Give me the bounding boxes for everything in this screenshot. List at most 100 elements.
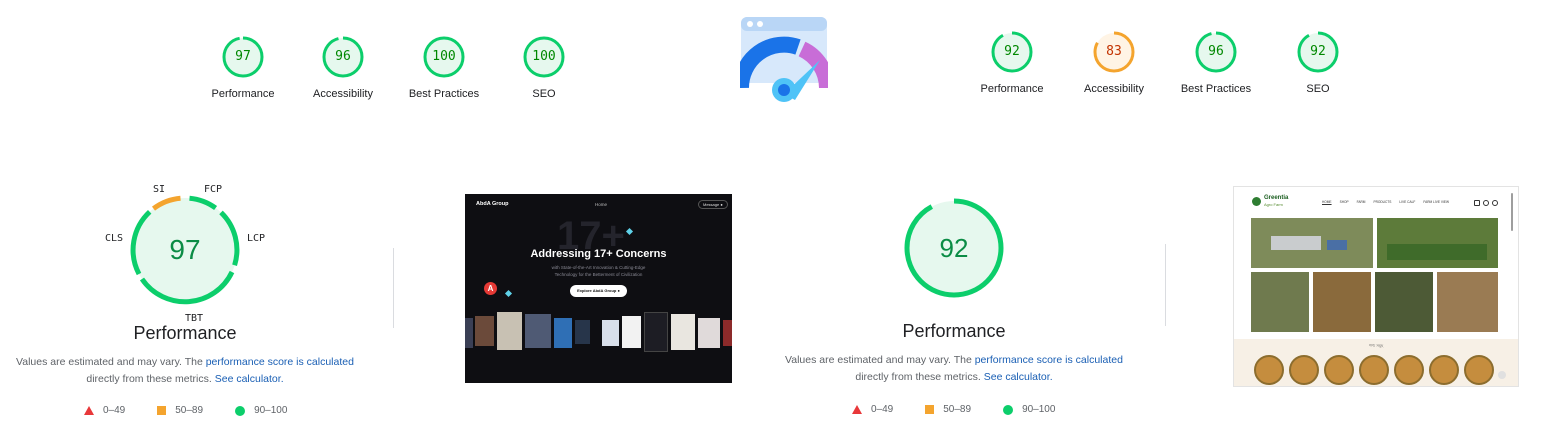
score-value: 100 [532, 49, 556, 64]
thumb [602, 320, 619, 346]
score-gauge-accessibility[interactable]: 96 [321, 35, 365, 79]
score-gauge-seo[interactable]: 92 [1296, 30, 1340, 74]
farm-photo [1251, 272, 1309, 332]
search-icon [1492, 200, 1498, 206]
see-calculator-link[interactable]: See calculator. [984, 371, 1053, 383]
score-gauge-best-practices[interactable]: 96 [1194, 30, 1238, 74]
score-gauge-performance[interactable]: 97 [221, 35, 265, 79]
legend-label: 90–100 [1022, 404, 1056, 415]
thumb [723, 320, 732, 346]
score-gauge-seo[interactable]: 100 [522, 35, 566, 79]
nav-item: FARM [1356, 200, 1366, 204]
description-text: Values are estimated and may vary. The [16, 356, 206, 368]
thumb [554, 318, 572, 348]
score-value: 96 [335, 49, 351, 64]
leaf-logo-icon [1252, 197, 1261, 206]
final-screenshot-abda[interactable]: AbdA Group Home Message ● 17+ Addressing… [465, 194, 732, 383]
circle-icon [235, 405, 246, 416]
site-subtitle: Technology for the Betterment of Civiliz… [554, 272, 643, 277]
product-image [1254, 355, 1284, 385]
thumb [497, 312, 522, 350]
farm-photo [1251, 218, 1373, 268]
site-brand: Greentia [1264, 195, 1289, 201]
divider [393, 248, 394, 328]
score-value: 92 [1310, 44, 1326, 59]
scrollbar-thumb[interactable] [1511, 193, 1513, 231]
product-image [1359, 355, 1389, 385]
site-brand-sub: Agro Farm [1264, 202, 1283, 207]
site-cta-button: Explore AbdA Group ● [570, 285, 627, 297]
site-brand: AbdA Group [476, 201, 509, 207]
score-gauge-best-practices[interactable]: 100 [422, 35, 466, 79]
score-label: Accessibility [1084, 83, 1144, 95]
metric-gauge[interactable]: 97 [125, 190, 245, 310]
metric-label-cls: CLS [105, 233, 124, 244]
legend-fail: 0–49 [84, 405, 125, 416]
farm-photo [1377, 218, 1498, 268]
performance-title: Performance [133, 323, 237, 343]
pagespeed-logo-icon [732, 16, 835, 104]
metric-label-lcp: LCP [247, 233, 266, 244]
thumb [644, 312, 668, 352]
site-nav: Home [595, 202, 608, 207]
performance-gauge[interactable]: 92 [903, 197, 1005, 299]
score-label: Performance [980, 83, 1044, 95]
nav-item: FARM LIVE VIEW [1423, 200, 1449, 204]
score-legend: 0–49 50–89 90–100 [852, 404, 1087, 415]
nav-item: HOME [1322, 200, 1332, 204]
score-calculated-link[interactable]: performance score is calculated [206, 356, 354, 368]
score-value: 83 [1106, 44, 1122, 59]
description-text: directly from these metrics. [86, 373, 215, 385]
legend-average: 50–89 [157, 405, 203, 416]
final-screenshot-greentia[interactable]: Greentia Agro Farm HOME SHOP FARM PRODUC… [1233, 186, 1519, 387]
performance-title: Performance [902, 321, 1006, 341]
site-nav: HOME SHOP FARM PRODUCTS LIVE CALF FARM L… [1322, 200, 1449, 204]
thumb [475, 316, 494, 346]
score-gauge-performance[interactable]: 92 [990, 30, 1034, 74]
legend-fail: 0–49 [852, 404, 893, 415]
score-value: 97 [235, 49, 251, 64]
product-image [1394, 355, 1424, 385]
site-headline: Addressing 17+ Concerns [530, 248, 667, 260]
thumb [525, 314, 551, 348]
nav-item: SHOP [1339, 200, 1349, 204]
legend-label: 0–49 [103, 405, 126, 416]
see-calculator-link[interactable]: See calculator. [215, 373, 284, 385]
thumb [698, 318, 720, 348]
performance-score: 92 [939, 233, 969, 263]
farm-photo [1437, 272, 1498, 332]
score-calculated-link[interactable]: performance score is calculated [975, 354, 1123, 366]
barn-shape [1271, 236, 1321, 250]
sparkle-icon [625, 227, 634, 236]
site-header-icons [1474, 200, 1498, 206]
square-icon [925, 405, 935, 414]
score-gauge-accessibility[interactable]: 83 [1092, 30, 1136, 74]
score-label: SEO [1306, 83, 1330, 95]
thumb [622, 316, 641, 348]
legend-pass: 90–100 [235, 405, 287, 416]
product-image [1324, 355, 1354, 385]
cart-icon [1474, 200, 1480, 206]
thumb [671, 314, 695, 350]
nav-item: PRODUCTS [1373, 200, 1392, 204]
product-image [1289, 355, 1319, 385]
sparkle-icon [504, 289, 513, 298]
description-text: directly from these metrics. [855, 371, 984, 383]
product-image [1464, 355, 1494, 385]
performance-description: Values are estimated and may vary. The p… [774, 352, 1134, 386]
score-legend: 0–49 50–89 90–100 [84, 405, 319, 416]
score-label: Accessibility [313, 88, 373, 100]
circle-icon [1003, 404, 1014, 415]
chat-icon[interactable] [1498, 371, 1506, 379]
product-image [1429, 355, 1459, 385]
thumb [575, 320, 590, 344]
farm-photo [1375, 272, 1433, 332]
thumb [465, 318, 473, 348]
metric-label-si: SI [153, 184, 166, 195]
legend-label: 50–89 [175, 405, 204, 416]
metric-score: 97 [169, 234, 201, 265]
score-value: 96 [1208, 44, 1224, 59]
score-label: Performance [211, 88, 275, 100]
legend-label: 50–89 [943, 404, 972, 415]
triangle-icon [852, 405, 862, 414]
